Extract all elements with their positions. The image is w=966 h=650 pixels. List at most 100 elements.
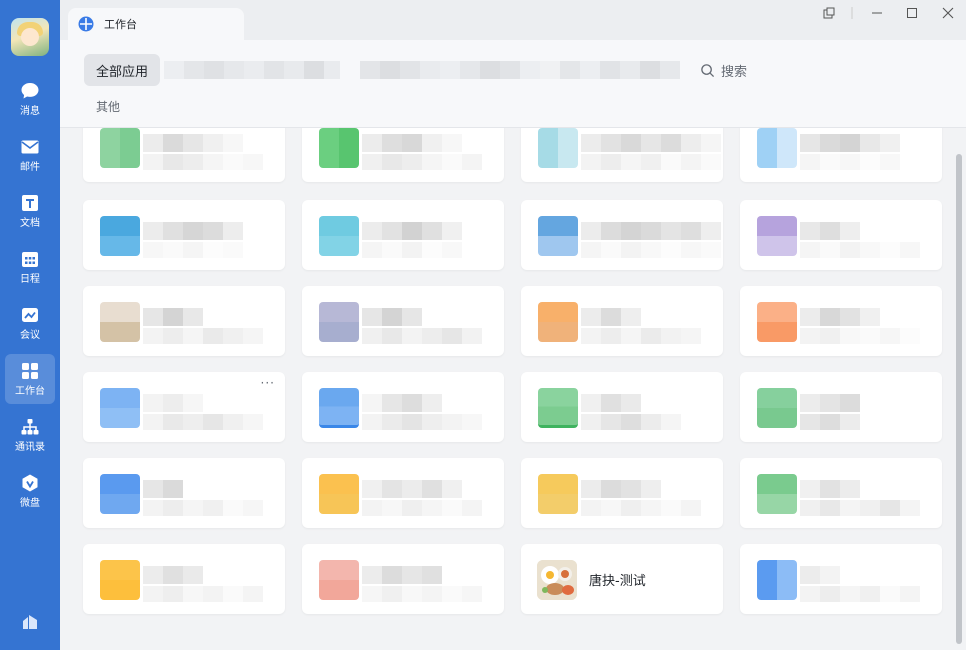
search-label: 搜索 (721, 64, 748, 80)
app-icon (538, 388, 578, 428)
sidebar-item-workbench[interactable]: 工作台 (5, 354, 55, 404)
app-icon (319, 474, 359, 514)
tab-workbench[interactable]: 工作台 (68, 8, 244, 40)
search-button[interactable]: 搜索 (700, 58, 747, 82)
app-card[interactable] (83, 544, 285, 614)
app-card[interactable] (302, 128, 504, 182)
app-card[interactable] (83, 458, 285, 528)
app-card[interactable] (302, 458, 504, 528)
app-card[interactable] (302, 372, 504, 442)
calendar-icon (22, 252, 38, 267)
workbench-header: 全部应用 搜索 其他 (60, 40, 966, 128)
app-card[interactable] (740, 286, 942, 356)
app-card[interactable] (740, 372, 942, 442)
message-icon (21, 83, 39, 99)
app-card[interactable]: ··· (83, 372, 285, 442)
app-card[interactable] (521, 286, 723, 356)
app-card[interactable] (740, 200, 942, 270)
filter-chip-blurred[interactable] (164, 61, 340, 79)
app-icon (319, 302, 359, 342)
app-icon (100, 302, 140, 342)
title-bar: 工作台 (60, 0, 966, 40)
maximize-icon (907, 8, 917, 18)
sidebar-item-meeting[interactable]: 会议 (5, 298, 55, 348)
app-icon (319, 560, 359, 600)
filter-chip-blurred[interactable] (360, 61, 680, 79)
app-card[interactable] (521, 458, 723, 528)
sidebar-item-calendar[interactable]: 日程 (5, 242, 55, 292)
app-card[interactable] (521, 200, 723, 270)
sidebar-item-messages[interactable]: 消息 (5, 74, 55, 124)
minimize-icon (872, 12, 882, 14)
contacts-icon (21, 419, 39, 435)
sidebar-item-label: 日程 (20, 274, 40, 285)
drive-icon (22, 474, 38, 492)
section-label-other: 其他 (96, 100, 121, 114)
document-icon (22, 195, 38, 211)
app-grid: ··· 唐抉-测试 (60, 128, 966, 650)
sidebar-item-label: 邮件 (20, 162, 40, 173)
app-card[interactable] (83, 128, 285, 182)
separator (842, 6, 862, 20)
minimize-button[interactable] (867, 6, 887, 20)
filter-all-apps[interactable]: 全部应用 (84, 54, 160, 86)
app-icon (100, 216, 140, 256)
avatar[interactable] (11, 18, 49, 56)
app-icon (100, 388, 140, 428)
food-plate-icon (537, 560, 577, 600)
sidebar-item-label: 消息 (20, 106, 40, 117)
app-icon (757, 388, 797, 428)
mail-icon (21, 140, 39, 154)
sidebar-item-label: 会议 (20, 330, 40, 341)
app-card[interactable] (302, 200, 504, 270)
maximize-button[interactable] (902, 6, 922, 20)
close-icon (942, 7, 954, 19)
app-card[interactable]: 唐抉-测试 (521, 544, 723, 614)
more-options-button[interactable]: ··· (261, 376, 275, 390)
pin-window-button[interactable] (819, 6, 839, 20)
external-window-icon (823, 7, 835, 19)
app-icon (319, 388, 359, 428)
sidebar: 消息 邮件 文档 日程 会议 工作台 通讯录 微盘 (0, 0, 60, 650)
sidebar-item-label: 工作台 (15, 386, 45, 397)
sidebar-item-docs[interactable]: 文档 (5, 186, 55, 236)
app-icon (538, 474, 578, 514)
workbench-icon (22, 363, 38, 379)
search-icon (701, 63, 715, 77)
app-icon (100, 560, 140, 600)
app-card[interactable] (83, 200, 285, 270)
app-card[interactable] (302, 544, 504, 614)
app-card[interactable] (302, 286, 504, 356)
app-card[interactable] (740, 544, 942, 614)
app-icon (319, 216, 359, 256)
app-icon (757, 216, 797, 256)
app-icon (100, 128, 140, 168)
app-icon (538, 128, 578, 168)
sidebar-item-drive[interactable]: 微盘 (5, 466, 55, 516)
app-icon (757, 302, 797, 342)
sidebar-item-mail[interactable]: 邮件 (5, 130, 55, 180)
app-icon (100, 474, 140, 514)
app-icon (757, 474, 797, 514)
app-label: 唐抉-测试 (589, 574, 646, 589)
divider-icon (851, 7, 853, 19)
app-card[interactable] (83, 286, 285, 356)
app-card[interactable] (740, 128, 942, 182)
app-card[interactable] (521, 128, 723, 182)
tab-label: 工作台 (104, 18, 137, 31)
food-app-icon (537, 560, 577, 600)
scrollbar[interactable] (956, 154, 962, 644)
logo-icon[interactable] (20, 612, 40, 632)
app-icon (757, 560, 797, 600)
app-icon (319, 128, 359, 168)
sidebar-item-label: 文档 (20, 218, 40, 229)
app-card[interactable] (521, 372, 723, 442)
app-icon (757, 128, 797, 168)
app-card[interactable] (740, 458, 942, 528)
avatar-face (21, 28, 39, 46)
app-icon (538, 302, 578, 342)
close-button[interactable] (938, 6, 958, 20)
sidebar-item-label: 微盘 (20, 498, 40, 509)
app-icon (538, 216, 578, 256)
sidebar-item-contacts[interactable]: 通讯录 (5, 410, 55, 460)
